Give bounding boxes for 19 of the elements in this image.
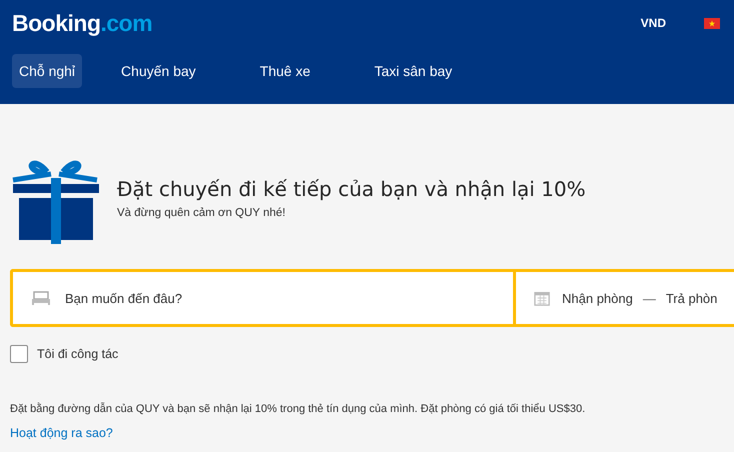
flag-icon[interactable] (704, 18, 720, 28)
how-it-works-link[interactable]: Hoạt động ra sao? (10, 426, 113, 440)
nav-tab[interactable]: Taxi sân bay (349, 54, 478, 88)
nav-tab[interactable]: Chỗ nghỉ (12, 54, 82, 88)
calendar-icon (532, 290, 552, 306)
info-text: Đặt bằng đường dẫn của QUY và bạn sẽ nhận lại 10% trong thẻ tín dụng của mình. Đặt phòng có giá tối thiểu US$30. (10, 403, 586, 415)
check-in-field[interactable]: Nhận phòng (562, 290, 633, 306)
date-separator: — (642, 290, 656, 306)
nav-tab[interactable]: Chuyến bay (96, 54, 221, 88)
check-out-field[interactable]: Trả phòn (666, 290, 718, 306)
business-trip-label: Tôi đi công tác (37, 347, 118, 361)
promo-title: Đặt chuyến đi kế tiếp của bạn và nhận lại 10% (117, 177, 586, 201)
nav-tab[interactable]: Thuê xe (234, 54, 336, 88)
destination-field[interactable]: Bạn muốn đến đâu? (13, 272, 513, 324)
booking-logo[interactable]: Booking.com (12, 10, 152, 36)
currency-button[interactable]: VND (640, 16, 666, 30)
business-trip-checkbox[interactable] (10, 345, 28, 363)
promo-subtitle: Và đừng quên cảm ơn QUY nhé! (117, 207, 286, 219)
bed-icon (31, 290, 51, 306)
